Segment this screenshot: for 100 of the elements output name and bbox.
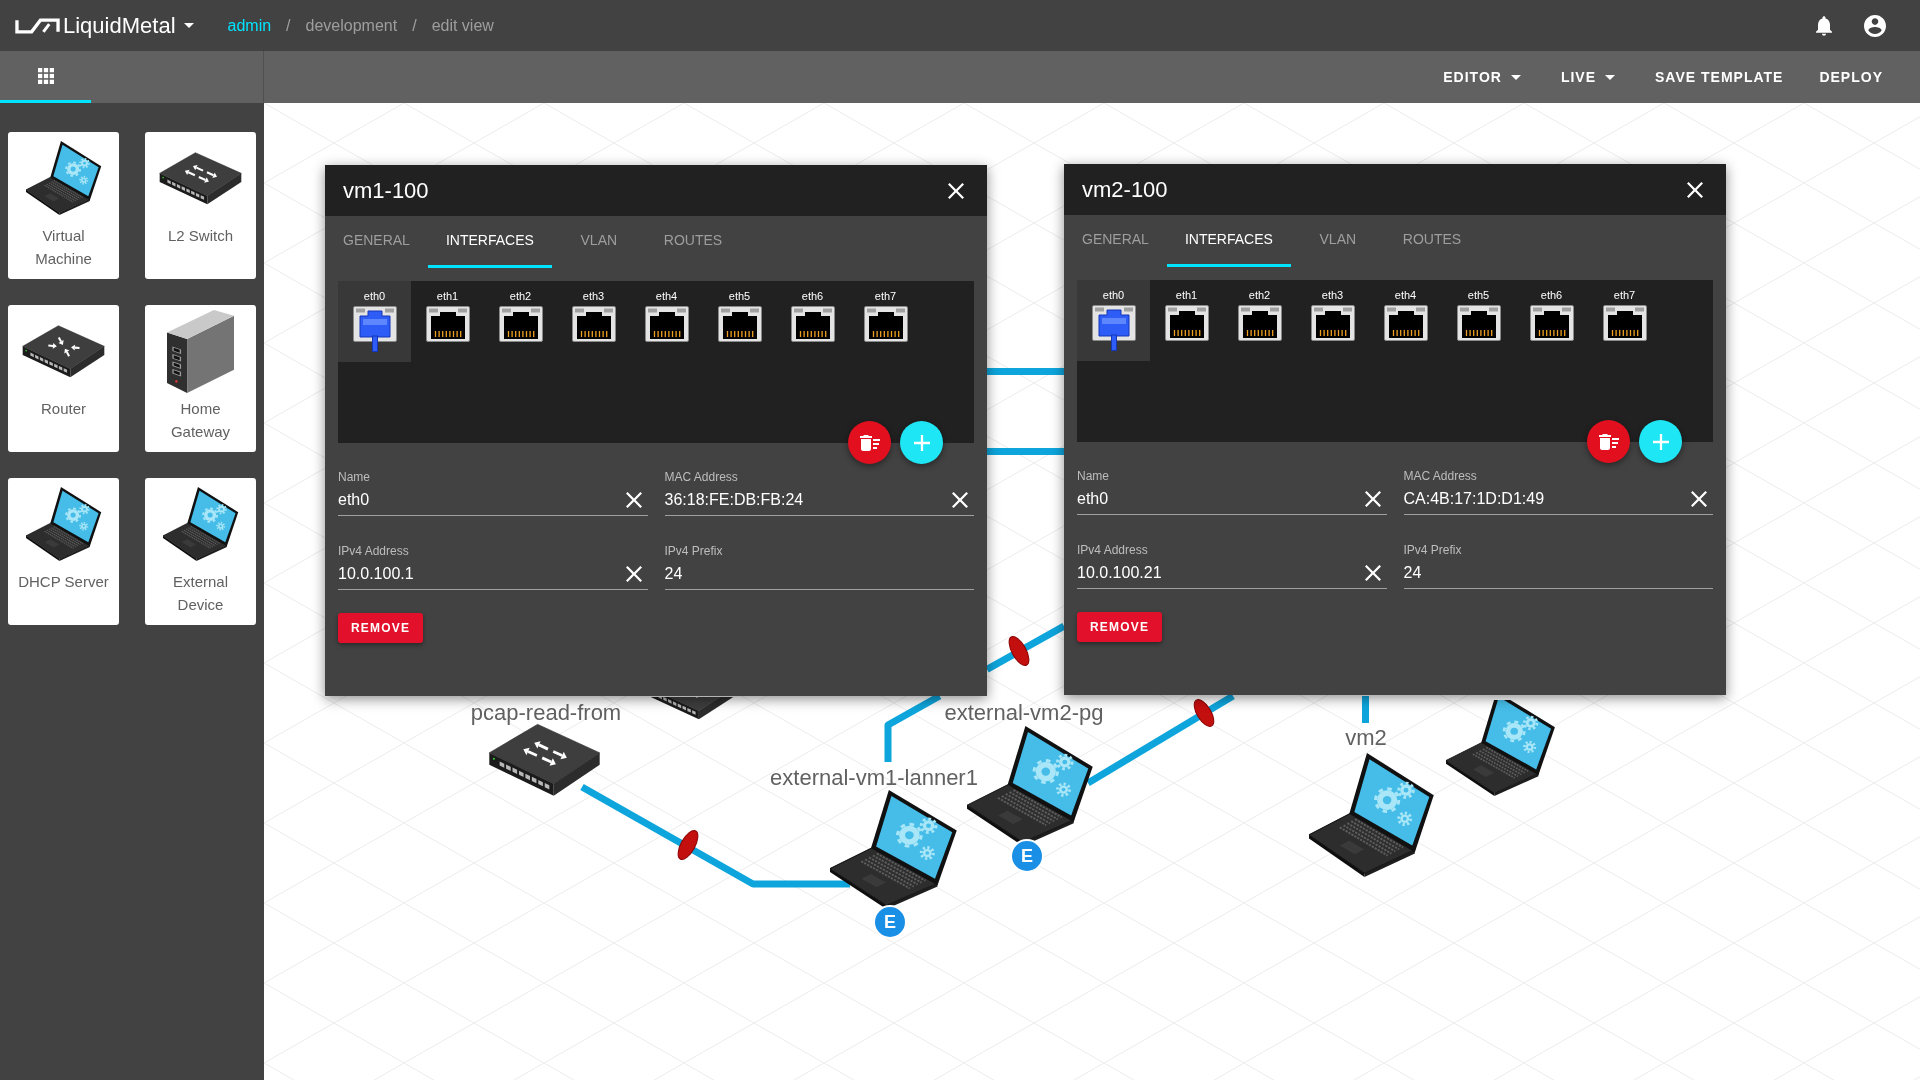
- clear-icon: [625, 566, 642, 582]
- trash-icon: [859, 434, 880, 451]
- port-item[interactable]: eth6: [1515, 280, 1588, 361]
- plus-icon: [1652, 433, 1669, 450]
- clear-button[interactable]: [952, 492, 968, 508]
- port-item[interactable]: eth4: [630, 281, 703, 362]
- palette-item[interactable]: External Device: [145, 478, 256, 625]
- breadcrumb-item: edit view: [431, 15, 494, 36]
- dialog-title: vm1-100: [343, 177, 429, 204]
- node-label: pcap-read-from: [470, 700, 622, 725]
- clear-button[interactable]: [625, 566, 642, 582]
- text-input[interactable]: 24: [664, 558, 974, 590]
- port-item[interactable]: eth7: [1588, 280, 1661, 361]
- tab[interactable]: INTERFACES: [1166, 215, 1291, 267]
- delete-button[interactable]: [848, 421, 891, 464]
- plus-icon: [913, 434, 930, 451]
- dialog-title: vm2-100: [1082, 176, 1168, 203]
- node-label: vm2: [1345, 725, 1387, 750]
- bell-icon: [1816, 15, 1832, 36]
- clear-icon: [1364, 565, 1381, 581]
- clear-icon: [1691, 491, 1707, 507]
- delete-button[interactable]: [1587, 420, 1630, 463]
- palette-item[interactable]: DHCP Server: [8, 478, 119, 625]
- tab[interactable]: GENERAL: [325, 216, 428, 268]
- tab[interactable]: VLAN: [1290, 215, 1385, 267]
- logo-icon: [15, 17, 60, 34]
- laptop-icon: [25, 141, 102, 215]
- port-item[interactable]: eth5: [1442, 280, 1515, 361]
- tab[interactable]: VLAN: [551, 216, 646, 268]
- palette-item[interactable]: Router: [8, 305, 119, 452]
- text-input[interactable]: 36:18:FE:DB:FB:24: [664, 484, 974, 516]
- field-label: MAC Address: [664, 470, 738, 484]
- text-input[interactable]: CA:4B:17:1D:D1:49: [1403, 483, 1713, 515]
- tab[interactable]: INTERFACES: [427, 216, 552, 268]
- network-link[interactable]: [580, 783, 850, 888]
- close-icon: [1687, 181, 1703, 198]
- laptop-icon: [25, 487, 102, 561]
- port-item[interactable]: eth5: [703, 281, 776, 362]
- field-label: Name: [338, 470, 370, 484]
- port-item[interactable]: eth2: [484, 281, 557, 362]
- clear-button[interactable]: [625, 492, 642, 508]
- clear-button[interactable]: [1364, 491, 1381, 507]
- breadcrumb-item: development: [305, 15, 398, 36]
- laptop-node[interactable]: [1309, 753, 1435, 877]
- switch-icon: [158, 150, 243, 206]
- clear-icon: [625, 492, 642, 508]
- port-item[interactable]: eth0: [1077, 280, 1150, 361]
- text-input[interactable]: 24: [1403, 557, 1713, 589]
- clear-icon: [1364, 491, 1381, 507]
- field-label: IPv4 Prefix: [1403, 543, 1462, 557]
- menu-button[interactable]: LIVE: [1542, 51, 1638, 103]
- node-label: external-vm2-pg: [944, 700, 1104, 725]
- clear-icon: [952, 492, 968, 508]
- breadcrumb-separator: /: [285, 15, 292, 36]
- clear-button[interactable]: [1691, 491, 1707, 507]
- port-item[interactable]: eth0: [338, 281, 411, 362]
- port-item[interactable]: eth7: [849, 281, 922, 362]
- node-badge: E: [875, 907, 905, 937]
- field-label: IPv4 Address: [338, 544, 409, 558]
- field-label: IPv4 Prefix: [664, 544, 723, 558]
- capture-marker[interactable]: [1193, 699, 1215, 727]
- laptop-icon: [162, 487, 239, 561]
- port-item[interactable]: eth6: [776, 281, 849, 362]
- palette-item[interactable]: L2 Switch: [145, 132, 256, 279]
- menu-button[interactable]: EDITOR: [1425, 51, 1543, 103]
- tab[interactable]: ROUTES: [645, 216, 741, 268]
- toolbar-button[interactable]: SAVE TEMPLATE: [1637, 51, 1802, 103]
- account-button[interactable]: [1864, 14, 1886, 37]
- palette-item[interactable]: Home Gateway: [145, 305, 256, 452]
- add-button[interactable]: [1639, 420, 1682, 463]
- field-label: MAC Address: [1403, 469, 1477, 483]
- port-item[interactable]: eth2: [1223, 280, 1296, 361]
- add-button[interactable]: [900, 421, 943, 464]
- app-menu-button[interactable]: LiquidMetal: [15, 12, 194, 39]
- remove-button[interactable]: REMOVE: [1077, 612, 1163, 642]
- gateway-box-icon: [167, 309, 234, 393]
- clear-button[interactable]: [1364, 565, 1381, 581]
- toolbar-button[interactable]: DEPLOY: [1801, 51, 1901, 103]
- port-item[interactable]: eth1: [411, 281, 484, 362]
- field-label: IPv4 Address: [1077, 543, 1148, 557]
- close-icon: [948, 182, 964, 199]
- laptop-node[interactable]: [830, 790, 958, 909]
- breadcrumb-link[interactable]: admin: [227, 13, 272, 38]
- field-label: Name: [1077, 469, 1109, 483]
- grid-icon: [37, 67, 54, 84]
- port-item[interactable]: eth3: [557, 281, 630, 362]
- tab[interactable]: ROUTES: [1384, 215, 1480, 267]
- notifications-button[interactable]: [1816, 15, 1832, 36]
- caret-icon: [183, 23, 194, 28]
- capture-marker[interactable]: [1008, 636, 1030, 666]
- capture-marker[interactable]: [677, 830, 699, 860]
- tab[interactable]: GENERAL: [1064, 215, 1167, 267]
- port-item[interactable]: eth3: [1296, 280, 1369, 361]
- close-button[interactable]: [1687, 181, 1703, 198]
- close-button[interactable]: [948, 182, 964, 199]
- laptop-node[interactable]: [1446, 700, 1556, 796]
- remove-button[interactable]: REMOVE: [338, 613, 424, 643]
- port-item[interactable]: eth4: [1369, 280, 1442, 361]
- port-item[interactable]: eth1: [1150, 280, 1223, 361]
- palette-item[interactable]: Virtual Machine: [8, 132, 119, 279]
